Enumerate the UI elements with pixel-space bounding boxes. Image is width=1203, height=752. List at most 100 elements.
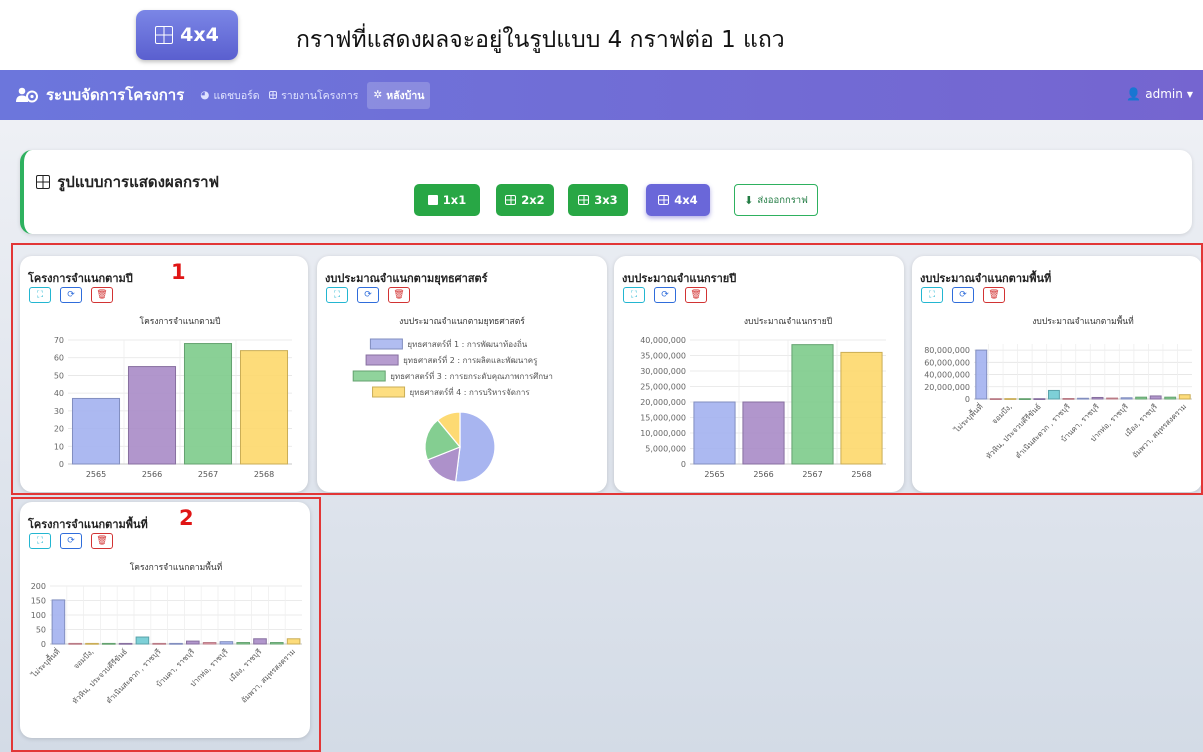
refresh-icon: ⟳ [661, 289, 669, 300]
grid-icon [658, 194, 670, 206]
nav-item-dashboard[interactable]: ◕ แดชบอร์ด [200, 87, 259, 104]
y-tick-label: 50 [36, 626, 46, 635]
chart-bar [102, 642, 116, 645]
delete-button[interactable]: 🗑 [91, 287, 113, 303]
x-tick-label: 2565 [704, 470, 724, 479]
expand-icon: ⛶ [928, 289, 936, 300]
expand-button[interactable]: ⛶ [29, 287, 51, 303]
chart-bar [975, 349, 988, 400]
chart-bar [68, 642, 83, 645]
chart-title: งบประมาณจำแนกรายปี [744, 316, 832, 327]
layout-1x1-button[interactable]: 1x1 [414, 184, 480, 216]
export-chart-button[interactable]: ⬇ ส่งออกกราฟ [734, 184, 818, 216]
expand-button[interactable]: ⛶ [921, 287, 943, 303]
expand-button[interactable]: ⛶ [326, 287, 348, 303]
chart-title: โครงการจำแนกตามปี [140, 316, 221, 327]
chart-bar [219, 641, 234, 645]
chart-bar [152, 642, 166, 645]
chart-bar [1106, 397, 1119, 400]
chart-bar [1077, 397, 1089, 400]
refresh-icon: ⟳ [67, 289, 75, 300]
chart-bar [169, 642, 183, 645]
chart-bar [1164, 396, 1177, 400]
layout-2x2-button[interactable]: 2x2 [496, 184, 554, 216]
chart-area: งบประมาณจำแนกตามยุทธศาสตร์ยุทธศาสตร์ที่ … [317, 312, 607, 492]
refresh-icon: ⟳ [364, 289, 372, 300]
y-tick-label: 20,000,000 [924, 383, 970, 392]
delete-button[interactable]: 🗑 [983, 287, 1005, 303]
nav-item-reports[interactable]: รายงานโครงการ [268, 87, 358, 104]
brand[interactable]: ระบบจัดการโครงการ [16, 83, 184, 107]
x-tick-label: จอมบึง, [72, 647, 96, 671]
y-tick-label: 60 [54, 354, 64, 363]
y-tick-label: 200 [31, 582, 46, 591]
caret-down-icon: ▼ [1186, 89, 1193, 99]
y-tick-label: 0 [965, 395, 970, 404]
annotation-marker-1: 1 [171, 260, 186, 284]
chart-layout-panel: รูปแบบการแสดงผลกราฟ 1x1 2x2 3x3 4x4 ⬇ ส่… [20, 150, 1192, 234]
x-tick-label: 2567 [802, 470, 822, 479]
x-tick-label: จอมบึง, [990, 402, 1014, 426]
chart-bar [1135, 396, 1148, 400]
x-tick-label: 2566 [753, 470, 773, 479]
users-icon [16, 87, 38, 103]
chart-bar [239, 350, 289, 465]
chart-area: โครงการจำแนกตามปี 0 10 20 30 40 50 60 70 2565 2566… [20, 312, 308, 492]
chart-bar [1033, 398, 1046, 400]
refresh-button[interactable]: ⟳ [952, 287, 974, 303]
chart-bar [1178, 394, 1191, 400]
expand-icon: ⛶ [36, 289, 44, 300]
y-tick-label: 25,000,000 [640, 383, 686, 392]
chart-title: โครงการจำแนกตามพื้นที่ [130, 561, 223, 573]
download-icon: ⬇ [744, 193, 754, 207]
chart-bar [1091, 396, 1104, 400]
chart-bar [183, 343, 233, 465]
delete-button[interactable]: 🗑 [388, 287, 410, 303]
card-title: งบประมาณจำแนกรายปี [622, 272, 737, 285]
expand-button[interactable]: ⛶ [623, 287, 645, 303]
y-tick-label: 70 [54, 336, 64, 345]
expand-button[interactable]: ⛶ [29, 533, 51, 549]
y-tick-label: 35,000,000 [640, 352, 686, 361]
x-tick-label: ไม่ระบุพื้นที่ [28, 646, 62, 680]
refresh-icon: ⟳ [67, 535, 75, 546]
chart-bar [693, 401, 736, 465]
y-tick-label: 15,000,000 [640, 414, 686, 423]
panel-title-text: รูปแบบการแสดงผลกราฟ [57, 173, 220, 191]
y-tick-label: 0 [59, 460, 64, 469]
layout-button-label: 1x1 [442, 193, 467, 207]
chart-bar [270, 642, 284, 645]
y-tick-label: 80,000,000 [924, 346, 970, 355]
layout-button-label: 4x4 [674, 193, 698, 207]
refresh-button[interactable]: ⟳ [60, 533, 82, 549]
delete-button[interactable]: 🗑 [91, 533, 113, 549]
refresh-button[interactable]: ⟳ [357, 287, 379, 303]
layout-3x3-button[interactable]: 3x3 [568, 184, 628, 216]
pie-chart: งบประมาณจำแนกตามยุทธศาสตร์ยุทธศาสตร์ที่ … [352, 316, 553, 483]
caption-area: 4x4 กราฟที่แสดงผลจะอยู่ในรูปแบบ 4 กราฟต่… [0, 0, 1203, 70]
layout-4x4-button[interactable]: 4x4 [646, 184, 710, 216]
pie-slice [454, 411, 496, 483]
x-tick-label: 2567 [198, 470, 218, 479]
y-tick-label: 5,000,000 [645, 445, 686, 454]
refresh-button[interactable]: ⟳ [60, 287, 82, 303]
trash-icon: 🗑 [988, 289, 1000, 300]
card-actions: ⛶ ⟳ 🗑 [623, 287, 707, 303]
layout-button-label: 3x3 [594, 193, 618, 207]
legend-label: ยุทธศาสตร์ที่ 1 : การพัฒนาท้องถิ่น [407, 338, 527, 349]
legend-swatch [369, 338, 403, 350]
y-tick-label: 10 [54, 442, 64, 451]
refresh-button[interactable]: ⟳ [654, 287, 676, 303]
chart-bar [989, 398, 1002, 400]
chart-bar [1018, 398, 1031, 400]
chart-bar [1120, 397, 1133, 400]
chart-title: งบประมาณจำแนกตามยุทธศาสตร์ [399, 316, 525, 327]
chart-bar [742, 401, 785, 465]
y-tick-label: 30,000,000 [640, 367, 686, 376]
user-menu[interactable]: 👤 admin ▼ [1126, 87, 1193, 101]
card-actions: ⛶ ⟳ 🗑 [29, 533, 113, 549]
nav-item-backend[interactable]: ✲ หลังบ้าน [367, 81, 431, 109]
delete-button[interactable]: 🗑 [685, 287, 707, 303]
card-title: งบประมาณจำแนกตามพื้นที่ [920, 272, 1052, 285]
expand-icon: ⛶ [36, 535, 44, 546]
